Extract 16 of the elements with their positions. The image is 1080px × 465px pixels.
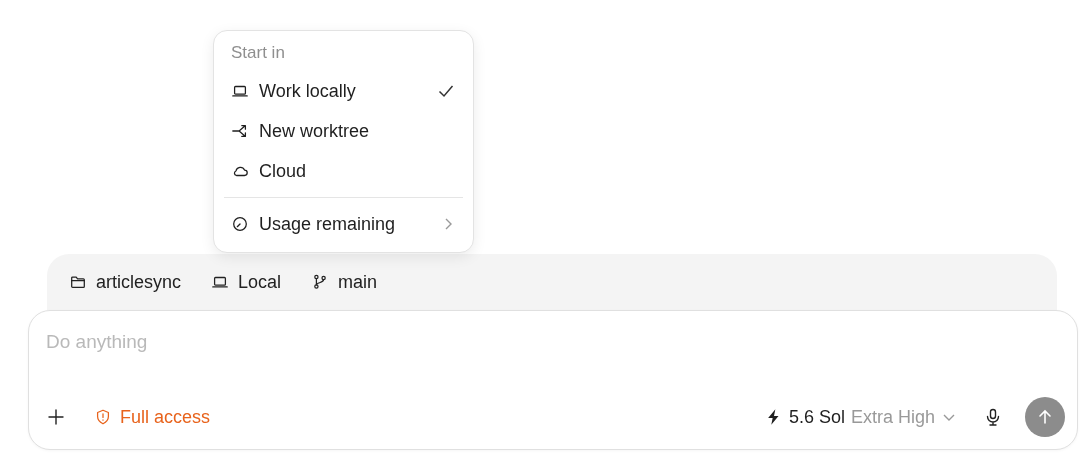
context-chip[interactable]: main [311,271,378,293]
send-button[interactable] [1025,397,1065,437]
gauge-icon [231,215,249,233]
prompt-field[interactable]: Do anything [46,331,446,353]
model-selector[interactable]: 5.6 Sol Extra High [764,406,957,428]
menu-header: Start in [230,43,286,64]
plus-icon [46,407,66,427]
menu-item[interactable]: Usage remaining [224,204,463,244]
menu-item[interactable]: Work locally [224,71,463,111]
shield-alert-icon [94,408,112,426]
menu-item[interactable]: Cloud [224,151,463,191]
context-chip[interactable]: Local [211,271,282,293]
split-arrow-icon [231,122,249,140]
context-chip[interactable]: articlesync [69,271,182,293]
menu-item[interactable]: New worktree [224,111,463,151]
folder-icon [69,273,87,291]
